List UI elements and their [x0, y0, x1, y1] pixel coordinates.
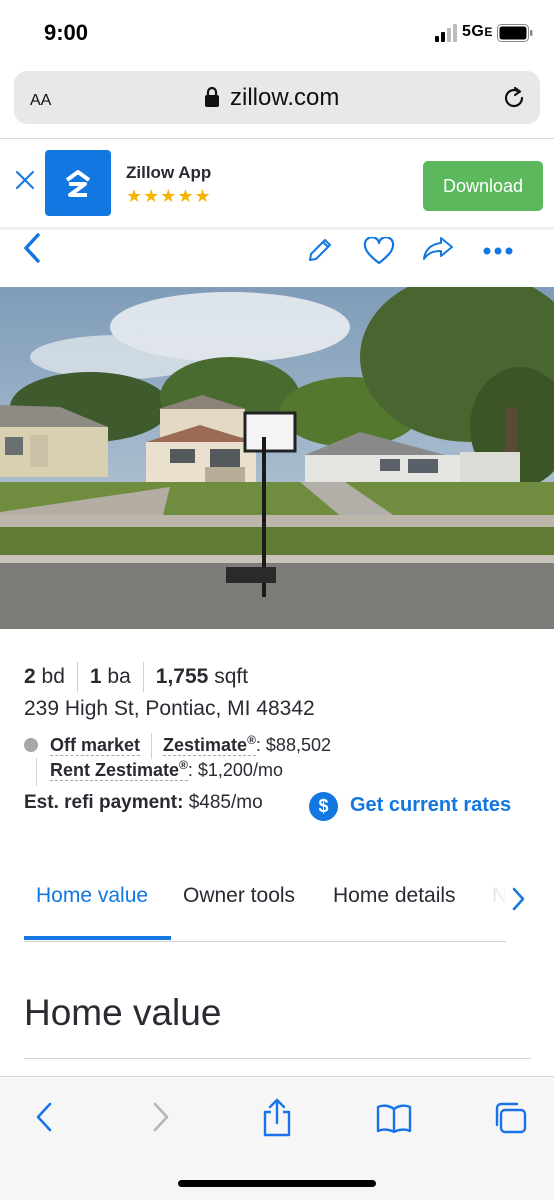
baths: 1 ba [89, 664, 131, 688]
rent-zestimate-row: Rent Zestimate®: $1,200/mo [36, 758, 283, 786]
divider [24, 1058, 531, 1059]
tab-owner-tools[interactable]: Owner tools [183, 884, 295, 908]
reload-icon[interactable] [501, 85, 527, 111]
battery-icon [497, 24, 533, 42]
download-button[interactable]: Download [423, 161, 543, 211]
dollar-icon[interactable]: $ [309, 792, 338, 821]
edit-icon[interactable] [306, 236, 334, 264]
beds: 2 bd [24, 664, 65, 688]
status-dot [24, 738, 38, 752]
status-label[interactable]: Off market [50, 735, 141, 756]
network-indicator: 5GE [462, 23, 493, 40]
tab-home-details[interactable]: Home details [333, 884, 456, 908]
rating-stars: ★★★★★ [126, 186, 212, 206]
heart-icon[interactable] [363, 237, 395, 265]
address-bar[interactable]: AA zillow.com [14, 71, 540, 124]
share-icon[interactable] [422, 236, 454, 262]
share-sheet-icon[interactable] [260, 1097, 294, 1137]
refi-payment: Est. refi payment: $485/mo [24, 792, 263, 813]
zillow-logo [45, 150, 111, 216]
tab-fade [470, 880, 510, 930]
lock-icon [205, 86, 219, 107]
status-bar: 9:00 5GE [0, 0, 554, 62]
section-heading: Home value [24, 992, 222, 1033]
listing-photo[interactable] [0, 287, 554, 629]
tabs-baseline [24, 941, 506, 942]
home-indicator[interactable] [178, 1180, 376, 1187]
zestimate-label[interactable]: Zestimate® [163, 733, 256, 756]
clock: 9:00 [44, 20, 89, 45]
bookmarks-icon[interactable] [376, 1103, 412, 1133]
get-current-rates-link[interactable]: Get current rates [350, 794, 511, 817]
close-icon[interactable] [14, 169, 36, 191]
rent-zestimate-label[interactable]: Rent Zestimate® [50, 758, 188, 781]
signal-icon [435, 24, 457, 42]
more-icon[interactable] [482, 246, 514, 256]
zestimate-value: : $88,502 [255, 735, 331, 755]
section-tabs: Home value Owner tools Home details N [0, 880, 554, 942]
back-icon[interactable] [33, 1101, 55, 1133]
sqft: 1,755 sqft [155, 664, 249, 688]
address: 239 High St, Pontiac, MI 48342 [24, 697, 315, 720]
url-host[interactable]: zillow.com [230, 84, 339, 112]
home-facts: 2 bd 1 ba 1,755 sqft [24, 662, 248, 692]
reader-text-size-button[interactable]: AA [30, 85, 51, 111]
back-chevron-icon[interactable] [22, 232, 42, 264]
active-tab-indicator [24, 936, 171, 940]
tab-home-value[interactable]: Home value [36, 884, 148, 908]
app-name: Zillow App [126, 163, 212, 182]
forward-icon[interactable] [150, 1101, 172, 1133]
listing-status-row: Off market Zestimate®: $88,502 [24, 733, 331, 760]
chevron-right-icon[interactable] [508, 886, 528, 912]
listing-toolbar [0, 228, 554, 284]
app-install-banner: Zillow App ★★★★★ Download [0, 139, 554, 227]
tabs-icon[interactable] [492, 1101, 528, 1135]
rent-zestimate-value: : $1,200/mo [187, 760, 283, 780]
